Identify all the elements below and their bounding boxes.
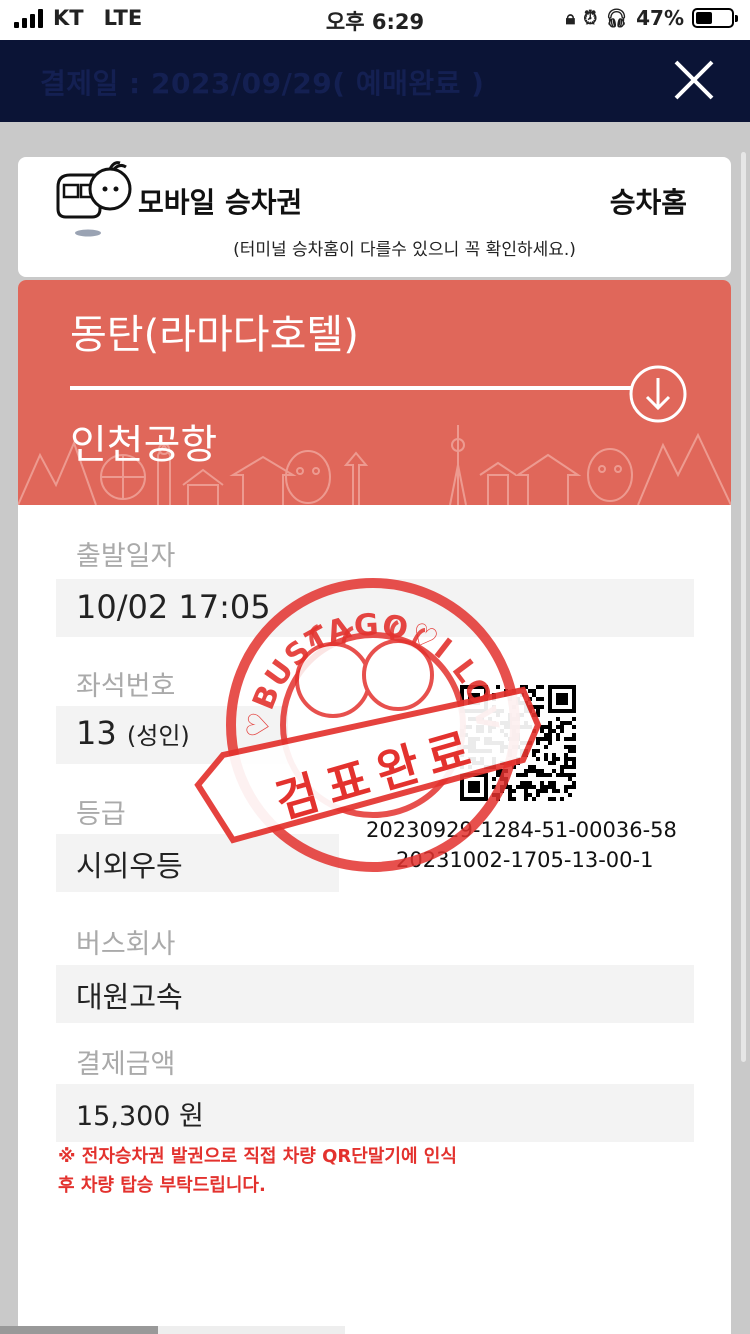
seat-value: 13 (성인): [76, 714, 190, 752]
warning-line-2: 후 차량 탑승 부탁드립니다.: [58, 1175, 266, 1196]
seat-label: 좌석번호: [76, 671, 176, 702]
status-bar: KT LTE 오후 6:29 🔒︎ ⏰︎ 🎧︎ 47%: [0, 0, 750, 40]
destination-terminal: 인천공항: [70, 422, 218, 468]
mascot-logo-icon: [56, 161, 132, 237]
platform-label: 승차홈: [609, 186, 687, 219]
route-divider: [70, 386, 640, 390]
horizontal-scroll-thumb[interactable]: [0, 1326, 158, 1334]
mobile-ticket-title: 모바일 승차권: [138, 186, 303, 219]
seat-number: 13: [76, 714, 117, 752]
header-bar: 결제일 : 2023/09/29( 예매완료 ): [0, 40, 750, 122]
price-value: 15,300 원: [76, 1101, 204, 1132]
battery-icon: [692, 8, 738, 28]
platform-notice: (터미널 승차홈이 다를수 있으니 꼭 확인하세요.): [233, 240, 576, 260]
payment-date-title: 결제일 : 2023/09/29( 예매완료 ): [40, 67, 485, 100]
departure-label: 출발일자: [76, 541, 176, 572]
close-icon[interactable]: [670, 56, 718, 104]
origin-terminal: 동탄(라마다호텔): [70, 312, 359, 358]
price-label: 결제금액: [76, 1049, 176, 1080]
route-banner: 동탄(라마다호텔) 인천공항: [18, 280, 731, 505]
vertical-scrollbar[interactable]: [741, 152, 746, 1062]
ticket-checked-stamp: ♡BUSTAGO♡I LOVE♡BUSTAGO♡ 검표완료: [193, 550, 542, 872]
seat-passenger-type: (성인): [126, 722, 190, 750]
battery-level: [696, 12, 712, 24]
arrow-down-circle-icon: [629, 365, 687, 423]
battery-percent: 47%: [636, 6, 684, 30]
grade-value: 시외우등: [76, 849, 183, 883]
company-label: 버스회사: [76, 929, 176, 960]
ticket-body: 동탄(라마다호텔) 인천공항 출발일자 10/02 17:05 좌석번호 13 …: [18, 280, 731, 1334]
boarding-warning: ※ 전자승차권 발권으로 직접 차량 QR단말기에 인식 후 차량 탑승 부탁드…: [58, 1142, 457, 1200]
headphones-icon: 🎧︎: [605, 7, 629, 29]
warning-line-1: ※ 전자승차권 발권으로 직접 차량 QR단말기에 인식: [58, 1146, 457, 1167]
rotation-lock-icon: 🔒︎: [565, 7, 576, 29]
grade-label: 등급: [76, 799, 126, 830]
status-right: 🔒︎ ⏰︎ 🎧︎ 47%: [565, 6, 738, 30]
mobile-ticket-header-card: 모바일 승차권 승차홈 (터미널 승차홈이 다를수 있으니 꼭 확인하세요.): [18, 157, 731, 277]
alarm-icon: ⏰︎: [583, 7, 598, 29]
company-value: 대원고속: [76, 980, 183, 1014]
